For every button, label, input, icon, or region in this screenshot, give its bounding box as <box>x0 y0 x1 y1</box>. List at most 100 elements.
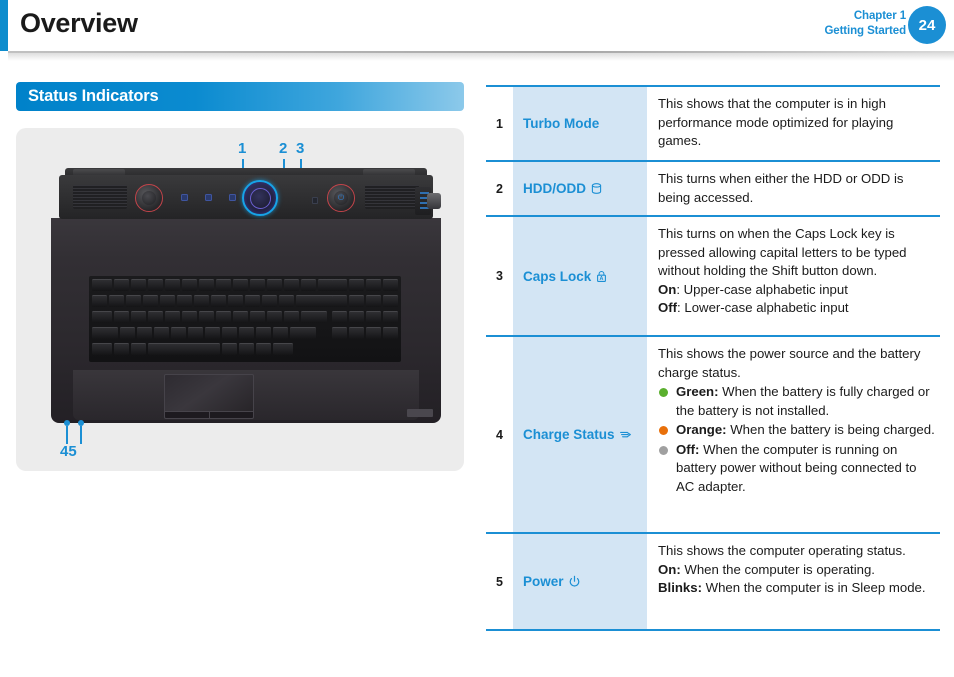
row-number: 2 <box>486 162 513 215</box>
numpad <box>332 311 398 323</box>
row-description: This shows the computer operating status… <box>647 534 940 629</box>
row-on-state: On: Upper-case alphabetic input <box>658 281 936 300</box>
touchpad-buttons[interactable] <box>164 411 254 419</box>
page-number-badge: 24 <box>908 6 946 44</box>
callout-2: 2 <box>279 140 288 157</box>
bullet-term: Off: <box>676 441 700 457</box>
laptop-base <box>51 218 441 423</box>
row-label-text: Turbo Mode <box>523 116 600 131</box>
page-header: Overview Chapter 1 Getting Started 24 <box>0 0 954 52</box>
bullet-item: Green: When the battery is fully charged… <box>658 383 936 420</box>
page-root: Overview Chapter 1 Getting Started 24 St… <box>0 0 954 677</box>
blinks-label: Blinks: <box>658 580 702 595</box>
bullet-text: When the battery is being charged. <box>726 422 935 437</box>
row-number: 3 <box>486 217 513 335</box>
keyboard-row <box>92 295 336 307</box>
row-label-text: Caps Lock <box>523 268 592 284</box>
table-row: 5 Power This shows the computer operatin… <box>486 534 940 629</box>
bullet-term: Orange: <box>676 422 727 437</box>
turbo-mode-button[interactable] <box>242 180 278 216</box>
row-blinks-state: Blinks: When the computer is in Sleep mo… <box>658 579 936 598</box>
row-description: This turns when either the HDD or ODD is… <box>647 162 940 215</box>
caps-lock-icon: A <box>595 270 608 283</box>
speaker-right-icon <box>365 185 419 209</box>
status-led <box>181 194 188 201</box>
side-knob <box>427 193 441 209</box>
chapter-number: Chapter 1 <box>853 10 906 22</box>
keyboard-row <box>92 343 293 355</box>
callout-1: 1 <box>238 140 247 157</box>
power-icon <box>568 575 581 588</box>
power-icon: ⏻ <box>337 193 345 202</box>
keyboard <box>89 276 401 362</box>
row-label-text: Charge Status <box>523 427 615 442</box>
laptop-top-deck: ⏻ <box>59 175 441 219</box>
row-description: This turns on when the Caps Lock key is … <box>647 217 940 335</box>
row-label-text: Power <box>523 574 564 589</box>
table-bottom-rule <box>486 629 940 631</box>
bullet-text: When the computer is running on battery … <box>676 441 917 494</box>
laptop-illustration: ⏻ <box>51 168 441 423</box>
on-label: On <box>658 281 677 297</box>
header-accent-bar <box>0 0 8 51</box>
callout-4-line <box>66 426 68 444</box>
callout-4-5-label: 45 <box>60 443 77 460</box>
row-label: Power <box>513 534 647 629</box>
table-row: 4 Charge Status This shows the power sou… <box>486 337 940 532</box>
row-label: Turbo Mode <box>513 87 647 160</box>
charge-status-bullets: Green: When the battery is fully charged… <box>658 383 936 496</box>
power-button-inner: ⏻ <box>334 191 348 205</box>
row-number: 4 <box>486 337 513 532</box>
brand-plate <box>407 409 433 417</box>
hdd-icon <box>590 182 603 195</box>
row-number: 1 <box>486 87 513 160</box>
blinks-text: When the computer is in Sleep mode. <box>701 580 926 595</box>
page-title: Overview <box>20 8 138 38</box>
off-text: : Lower-case alphabetic input <box>677 300 849 315</box>
status-led-row <box>181 194 236 201</box>
bullet-item: Off: When the computer is running on bat… <box>658 441 936 497</box>
status-indicator-table: 1 Turbo Mode This shows that the compute… <box>486 85 940 631</box>
keyboard-row <box>92 311 327 323</box>
laptop-figure: 1 2 3 ⏻ 45 <box>16 128 464 471</box>
green-bullet-dot <box>659 388 668 397</box>
row-description: This shows that the computer is in high … <box>647 87 940 160</box>
header-divider <box>8 51 954 61</box>
turbo-mode-ring <box>249 187 271 209</box>
speaker-left-icon <box>73 185 127 209</box>
volume-dial-button[interactable] <box>135 184 163 212</box>
callout-3: 3 <box>296 140 305 157</box>
svg-text:A: A <box>600 276 604 282</box>
section-header-bar: Status Indicators <box>16 82 464 111</box>
row-label: Charge Status <box>513 337 647 532</box>
bullet-term: Green: <box>676 384 719 399</box>
volume-dial-inner <box>142 191 156 205</box>
chapter-name: Getting Started <box>824 25 906 37</box>
table-row: 3 Caps Lock A This turns on when the Cap… <box>486 217 940 335</box>
row-description-text: This shows the computer operating status… <box>658 543 906 558</box>
orange-bullet-dot <box>659 426 668 435</box>
status-led <box>229 194 236 201</box>
row-description-text: This turns on when the Caps Lock key is … <box>658 226 907 278</box>
row-label: Caps Lock A <box>513 217 647 335</box>
keyboard-row <box>92 279 344 291</box>
table-row: 2 HDD/ODD This turns when either the HDD… <box>486 162 940 215</box>
callout-5-line <box>80 426 82 444</box>
row-on-state: On: When the computer is operating. <box>658 561 936 580</box>
gray-bullet-dot <box>659 445 668 455</box>
charge-status-icon <box>619 428 633 441</box>
row-description-text: This shows the power source and the batt… <box>658 346 921 380</box>
row-off-state: Off: Lower-case alphabetic input <box>658 299 936 318</box>
bullet-item: Orange: When the battery is being charge… <box>658 421 936 440</box>
power-button[interactable]: ⏻ <box>327 184 355 212</box>
section-title: Status Indicators <box>28 87 159 105</box>
row-description: This shows the power source and the batt… <box>647 337 940 532</box>
on-text: When the computer is operating. <box>680 561 875 577</box>
row-number: 5 <box>486 534 513 629</box>
chapter-info: Chapter 1 Getting Started <box>824 9 906 39</box>
numpad <box>332 295 398 307</box>
row-label: HDD/ODD <box>513 162 647 215</box>
keyboard-row <box>92 327 316 339</box>
touchpad[interactable] <box>164 374 254 416</box>
row-description-text: This shows that the computer is in high … <box>658 96 894 148</box>
